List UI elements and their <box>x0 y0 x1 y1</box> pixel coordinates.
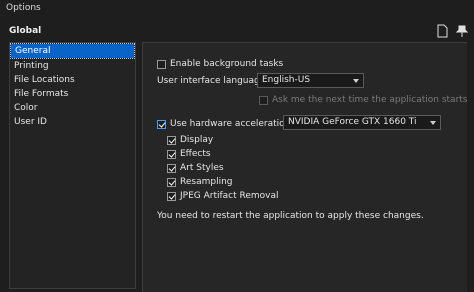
general-settings-panel: Enable background tasks User interface l… <box>142 42 468 292</box>
background-tasks-checkbox[interactable] <box>157 59 166 69</box>
gpu-dropdown[interactable]: NVIDIA GeForce GTX 1660 Ti <box>283 115 441 130</box>
jpeg-artifact-removal-checkbox[interactable] <box>167 191 176 201</box>
sidebar-item-color[interactable]: Color <box>10 101 135 115</box>
hw-accel-label: Use hardware acceleration: <box>170 119 294 129</box>
gpu-value: NVIDIA GeForce GTX 1660 Ti <box>288 117 417 127</box>
category-list: General Printing File Locations File For… <box>9 42 136 289</box>
title-bar: Options <box>0 0 474 18</box>
jpeg-artifact-removal-label: JPEG Artifact Removal <box>180 191 279 201</box>
hw-option-resampling[interactable]: Resampling <box>167 177 233 187</box>
restart-note-text: You need to restart the application to a… <box>157 211 424 221</box>
sidebar-item-file-locations[interactable]: File Locations <box>10 73 135 87</box>
ask-next-time-label: Ask me the next time the application sta… <box>272 95 468 105</box>
hw-accel-checkbox[interactable] <box>157 119 166 129</box>
display-checkbox[interactable] <box>167 135 176 145</box>
background-tasks-row[interactable]: Enable background tasks <box>157 59 283 69</box>
language-row: User interface language: <box>157 76 268 86</box>
ask-next-time-checkbox <box>259 95 268 105</box>
display-label: Display <box>180 135 214 145</box>
hw-accel-row[interactable]: Use hardware acceleration: <box>157 119 293 129</box>
section-title: Global <box>9 26 42 36</box>
ask-next-time-row: Ask me the next time the application sta… <box>259 95 468 105</box>
art-styles-checkbox[interactable] <box>167 163 176 173</box>
resampling-label: Resampling <box>180 177 233 187</box>
sidebar-item-printing[interactable]: Printing <box>10 59 135 73</box>
sidebar-item-file-formats[interactable]: File Formats <box>10 87 135 101</box>
hw-option-jpeg-artifact-removal[interactable]: JPEG Artifact Removal <box>167 191 279 201</box>
chevron-down-icon <box>353 79 359 83</box>
options-header: Global <box>0 20 474 40</box>
art-styles-label: Art Styles <box>180 163 224 173</box>
background-tasks-label: Enable background tasks <box>170 59 284 69</box>
effects-label: Effects <box>180 149 211 159</box>
hw-option-display[interactable]: Display <box>167 135 213 145</box>
restart-note: You need to restart the application to a… <box>157 211 424 221</box>
hw-option-art-styles[interactable]: Art Styles <box>167 163 224 173</box>
chevron-down-icon <box>430 121 436 125</box>
resampling-checkbox[interactable] <box>167 177 176 187</box>
language-label: User interface language: <box>157 76 269 86</box>
sidebar-item-general[interactable]: General <box>10 43 135 59</box>
hw-option-effects[interactable]: Effects <box>167 149 211 159</box>
language-dropdown[interactable]: English-US <box>257 73 364 88</box>
sidebar-item-user-id[interactable]: User ID <box>10 115 135 129</box>
language-value: English-US <box>262 75 311 85</box>
pin-icon[interactable] <box>455 24 469 38</box>
window-title: Options <box>6 3 41 13</box>
page-icon[interactable] <box>436 24 448 38</box>
effects-checkbox[interactable] <box>167 149 176 159</box>
